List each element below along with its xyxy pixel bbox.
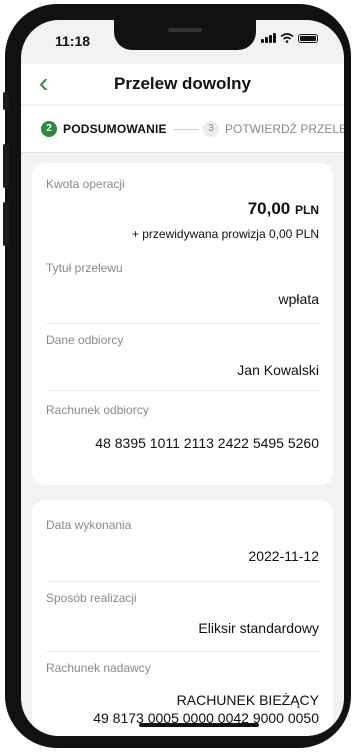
speaker bbox=[168, 28, 202, 32]
step-connector bbox=[173, 129, 199, 130]
execution-date-label: Data wykonania bbox=[46, 518, 132, 532]
execution-card: Data wykonania 2022-11-12 Sposób realiza… bbox=[32, 500, 333, 736]
sender-account-name: RACHUNEK BIEŻĄCY bbox=[176, 692, 319, 708]
divider bbox=[46, 651, 319, 652]
step-number-active: 2 bbox=[41, 121, 57, 137]
step-number-next: 3 bbox=[203, 121, 219, 137]
amount-currency: PLN bbox=[295, 203, 319, 217]
step-label-active: PODSUMOWANIE bbox=[63, 122, 167, 136]
screen: 11:18 ‹ Przelew dowolny 2 PODSUMOWANIE 3… bbox=[21, 20, 344, 736]
recipient-value: Jan Kowalski bbox=[237, 362, 319, 378]
execution-date-value: 2022-11-12 bbox=[248, 548, 319, 564]
amount-label: Kwota operacji bbox=[46, 177, 125, 191]
progress-steps: 2 PODSUMOWANIE 3 POTWIERDŹ PRZELEW bbox=[21, 106, 344, 153]
status-time: 11:18 bbox=[55, 33, 91, 49]
recipient-account-value: 48 8395 1011 2113 2422 5495 5260 bbox=[95, 435, 319, 451]
signal-icon bbox=[261, 33, 276, 43]
transfer-title-label: Tytuł przelewu bbox=[46, 261, 123, 275]
wifi-icon bbox=[280, 33, 294, 43]
battery-icon bbox=[298, 33, 318, 43]
page-title: Przelew dowolny bbox=[114, 74, 251, 93]
commission-text: + przewidywana prowizja 0,00 PLN bbox=[131, 227, 319, 241]
recipient-account-label: Rachunek odbiorcy bbox=[46, 403, 149, 417]
status-icons bbox=[261, 33, 318, 43]
amount-value: 70,00 PLN bbox=[248, 199, 319, 219]
method-label: Sposób realizacji bbox=[46, 591, 137, 605]
summary-card: Kwota operacji 70,00 PLN + przewidywana … bbox=[32, 163, 333, 485]
divider bbox=[46, 323, 319, 324]
side-button-volume-down bbox=[3, 202, 9, 246]
side-button-mute bbox=[3, 92, 9, 110]
home-indicator[interactable] bbox=[139, 723, 259, 727]
side-button-volume-up bbox=[3, 144, 9, 188]
amount-number: 70,00 bbox=[247, 199, 291, 218]
step-label-next: POTWIERDŹ PRZELEW bbox=[225, 122, 344, 136]
sender-account-label: Rachunek nadawcy bbox=[46, 661, 151, 675]
method-value: Eliksir standardowy bbox=[198, 620, 319, 636]
phone-frame: 11:18 ‹ Przelew dowolny 2 PODSUMOWANIE 3… bbox=[3, 4, 351, 748]
divider bbox=[46, 581, 319, 582]
recipient-label: Dane odbiorcy bbox=[46, 333, 124, 347]
app-header: ‹ Przelew dowolny bbox=[21, 64, 344, 104]
divider bbox=[46, 390, 319, 391]
transfer-title-value: wpłata bbox=[278, 291, 319, 307]
notch bbox=[114, 20, 256, 50]
